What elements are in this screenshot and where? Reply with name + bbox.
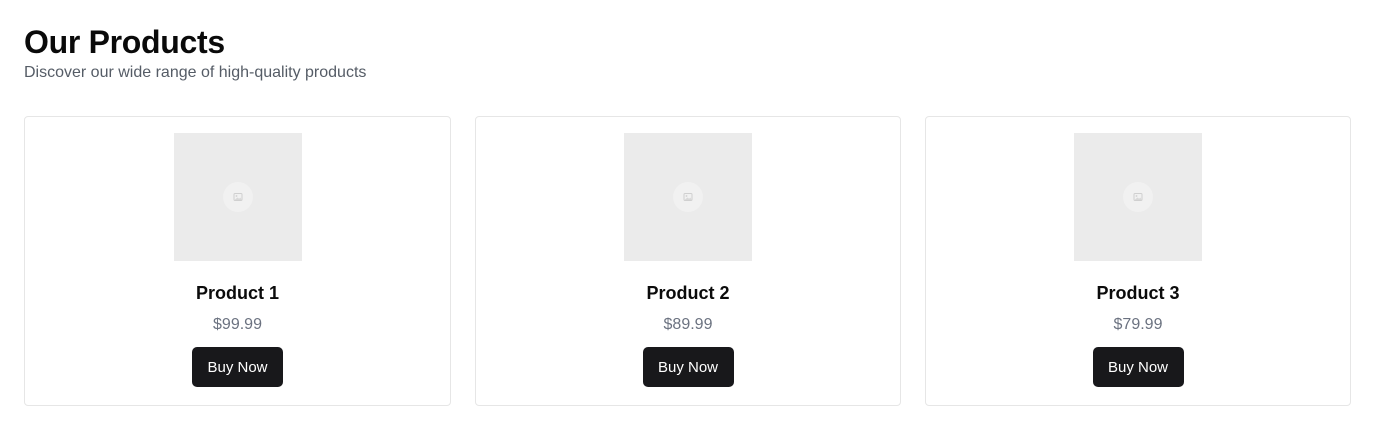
buy-now-button[interactable]: Buy Now [192, 347, 283, 387]
products-page: Our Products Discover our wide range of … [0, 0, 1376, 430]
product-card: Product 2 $89.99 Buy Now [475, 116, 901, 406]
image-placeholder-icon [673, 182, 703, 212]
product-price: $99.99 [213, 316, 262, 333]
product-image [1074, 133, 1202, 261]
buy-now-button[interactable]: Buy Now [642, 347, 734, 387]
image-placeholder-icon [222, 182, 253, 212]
product-card: Product 3 $79.99 Buy Now [925, 116, 1351, 406]
page-title: Our Products [24, 24, 225, 60]
product-grid: Product 1 $99.99 Buy Now Product 2 $89.9… [24, 116, 1352, 406]
product-image [624, 133, 752, 261]
product-price: $79.99 [1113, 316, 1163, 333]
product-name: Product 3 [1096, 283, 1180, 303]
product-card: Product 1 $99.99 Buy Now [24, 116, 451, 406]
product-name: Product 1 [195, 283, 279, 303]
page-subtitle: Discover our wide range of high-quality … [24, 64, 367, 81]
product-price: $89.99 [663, 316, 713, 333]
product-image [173, 133, 302, 261]
product-name: Product 2 [646, 283, 730, 303]
image-placeholder-icon [1123, 182, 1153, 212]
buy-now-button[interactable]: Buy Now [1092, 347, 1184, 387]
